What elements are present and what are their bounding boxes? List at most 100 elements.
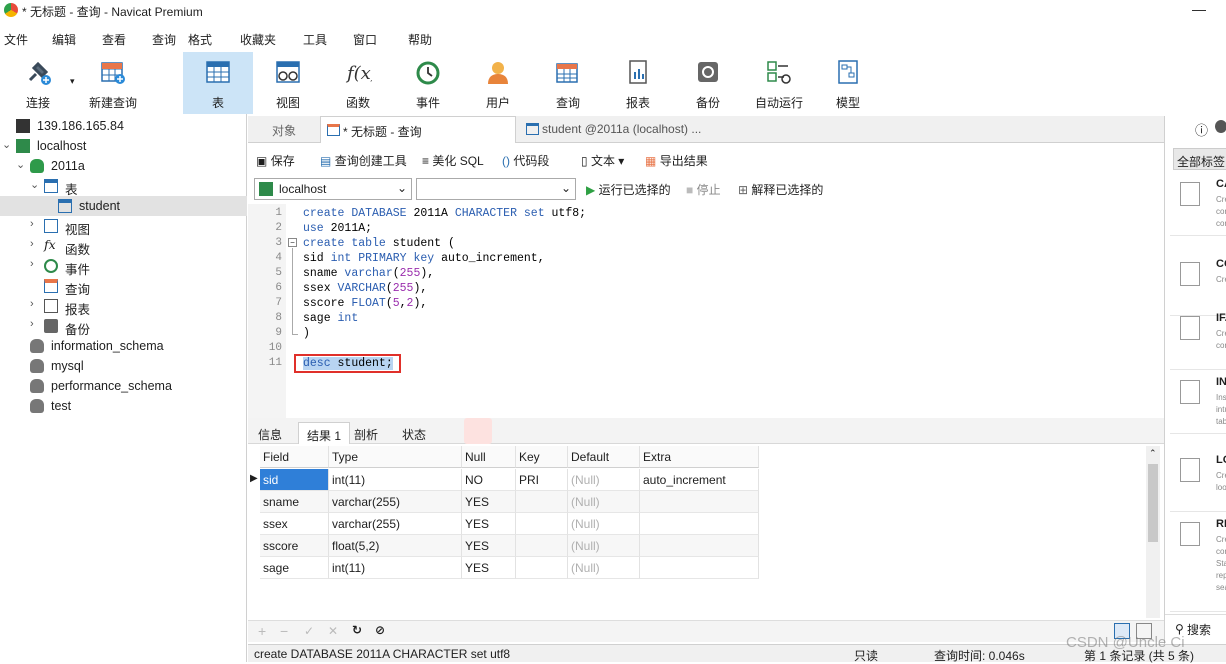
backup-button[interactable]: 备份 (673, 52, 743, 114)
menu-window[interactable]: 窗口 (353, 31, 377, 48)
table-cell[interactable]: sage (260, 557, 329, 579)
table-cell[interactable]: varchar(255) (329, 491, 462, 513)
minimize-button[interactable]: — (1192, 1, 1206, 17)
table-cell[interactable]: (Null) (568, 513, 640, 535)
table-cell[interactable]: int(11) (329, 469, 462, 491)
menu-help[interactable]: 帮助 (408, 31, 432, 48)
autorun-button[interactable]: 自动运行 (743, 52, 815, 114)
menu-favorites[interactable]: 收藏夹 (240, 31, 276, 48)
tab-info[interactable]: 信息 (250, 422, 290, 444)
function-button[interactable]: f(x) 函数 (323, 52, 393, 114)
table-cell[interactable]: YES (462, 513, 516, 535)
tree-item-tables[interactable]: ⌄ 表 (0, 176, 247, 197)
table-cell[interactable]: PRI (516, 469, 568, 491)
menu-tools[interactable]: 工具 (303, 31, 327, 48)
table-cell[interactable]: NO (462, 469, 516, 491)
chevron-up-icon[interactable]: ⌃ (1149, 448, 1157, 459)
connect-button[interactable]: 连接 (3, 52, 73, 114)
tab-student-table[interactable]: student @2011a (localhost) ... (520, 116, 716, 143)
snippet-item[interactable]: INIns intu tab (1170, 370, 1226, 434)
discard-icon[interactable]: ✕ (328, 624, 338, 638)
model-button[interactable]: 模型 (813, 52, 883, 114)
table-cell[interactable]: (Null) (568, 491, 640, 513)
add-record-icon[interactable]: + (258, 623, 266, 639)
tree-item-reports[interactable]: › 报表 (0, 296, 247, 317)
chevron-down-icon[interactable]: ⌄ (16, 158, 25, 171)
query-button[interactable]: 查询 (533, 52, 603, 114)
tab-untitled-query[interactable]: * 无标题 - 查询 (320, 116, 516, 143)
snippet-item[interactable]: LOCre loo (1170, 448, 1226, 512)
tree-item-mysql[interactable]: mysql (0, 356, 247, 376)
event-button[interactable]: 事件 (393, 52, 463, 114)
table-cell[interactable]: float(5,2) (329, 535, 462, 557)
tree-item-views[interactable]: › 视图 (0, 216, 247, 237)
tree-item-functions[interactable]: › fx 函数 (0, 236, 247, 257)
fold-icon[interactable]: − (288, 238, 297, 247)
chevron-right-icon[interactable]: › (30, 298, 34, 310)
table-cell[interactable]: sid (260, 469, 329, 491)
tab-profile[interactable]: 剖析 (346, 422, 386, 444)
chevron-right-icon[interactable]: › (30, 238, 34, 250)
tab-objects[interactable]: 对象 (272, 116, 296, 143)
stop-icon[interactable]: ⊘ (375, 623, 385, 637)
tree-item-student[interactable]: student (0, 196, 247, 216)
table-cell[interactable]: auto_increment (640, 469, 759, 491)
text-button[interactable]: ▯ 文本 ▾ (581, 152, 624, 169)
delete-record-icon[interactable]: − (280, 623, 288, 639)
menu-query[interactable]: 查询 (152, 31, 176, 48)
report-button[interactable]: 报表 (603, 52, 673, 114)
column-header[interactable]: Default (568, 446, 640, 468)
table-cell[interactable] (516, 513, 568, 535)
table-cell[interactable]: (Null) (568, 557, 640, 579)
stop-button[interactable]: ■ 停止 (686, 181, 721, 198)
table-cell[interactable]: sname (260, 491, 329, 513)
scrollbar-thumb[interactable] (1148, 464, 1158, 542)
query-builder-button[interactable]: ▤ 查询创建工具 (320, 152, 407, 169)
explain-selected-button[interactable]: ⊞ 解释已选择的 (738, 181, 823, 198)
table-cell[interactable]: (Null) (568, 535, 640, 557)
info-icon[interactable]: ⓘ (1195, 120, 1208, 139)
run-selected-button[interactable]: ▶ 运行已选择的 (586, 181, 671, 198)
menu-format[interactable]: 格式 (188, 31, 212, 48)
save-button[interactable]: ▣ 保存 (256, 152, 295, 169)
chevron-down-icon[interactable]: ⌄ (2, 138, 11, 151)
table-cell[interactable]: ssex (260, 513, 329, 535)
tree-item-backups[interactable]: › 备份 (0, 316, 247, 337)
snippet-item[interactable]: IF.Cre cor (1170, 306, 1226, 370)
database-select[interactable]: ⌄ (416, 178, 576, 200)
table-cell[interactable] (516, 535, 568, 557)
connection-select[interactable]: localhost ⌄ (254, 178, 412, 200)
tree-item-information-schema[interactable]: information_schema (0, 336, 247, 356)
tree-item-localhost[interactable]: ⌄ localhost (0, 136, 247, 156)
apply-icon[interactable]: ✓ (304, 624, 314, 638)
tree-item-2011a[interactable]: ⌄ 2011a (0, 156, 247, 176)
menu-view[interactable]: 查看 (102, 31, 126, 48)
chevron-down-icon[interactable]: ⌄ (30, 178, 39, 191)
settings-icon[interactable] (1215, 120, 1226, 133)
new-query-button[interactable]: 新建查询 (78, 52, 148, 114)
table-cell[interactable] (516, 491, 568, 513)
column-header[interactable]: Field (260, 446, 329, 468)
connect-dropdown-icon[interactable]: ▾ (70, 76, 75, 87)
table-cell[interactable] (640, 513, 759, 535)
search-icon[interactable] (464, 418, 492, 444)
code-snippet-button[interactable]: () 代码段 (502, 152, 549, 169)
chevron-right-icon[interactable]: › (30, 258, 34, 270)
tree-item-test[interactable]: test (0, 396, 247, 416)
table-cell[interactable] (640, 557, 759, 579)
menu-edit[interactable]: 编辑 (52, 31, 76, 48)
tree-item-queries[interactable]: 查询 (0, 276, 247, 297)
table-cell[interactable] (516, 557, 568, 579)
user-button[interactable]: 用户 (463, 52, 533, 114)
table-cell[interactable] (640, 535, 759, 557)
export-result-button[interactable]: ▦ 导出结果 (645, 152, 708, 169)
table-cell[interactable]: sscore (260, 535, 329, 557)
tree-item-remote-connection[interactable]: 139.186.165.84 (0, 116, 247, 136)
table-cell[interactable] (640, 491, 759, 513)
table-cell[interactable]: YES (462, 491, 516, 513)
column-header[interactable]: Type (329, 446, 462, 468)
snippet-item[interactable]: RECre cor Sta rep sea (1170, 512, 1226, 612)
refresh-icon[interactable]: ↻ (352, 623, 362, 637)
table-cell[interactable]: (Null) (568, 469, 640, 491)
table-cell[interactable]: varchar(255) (329, 513, 462, 535)
